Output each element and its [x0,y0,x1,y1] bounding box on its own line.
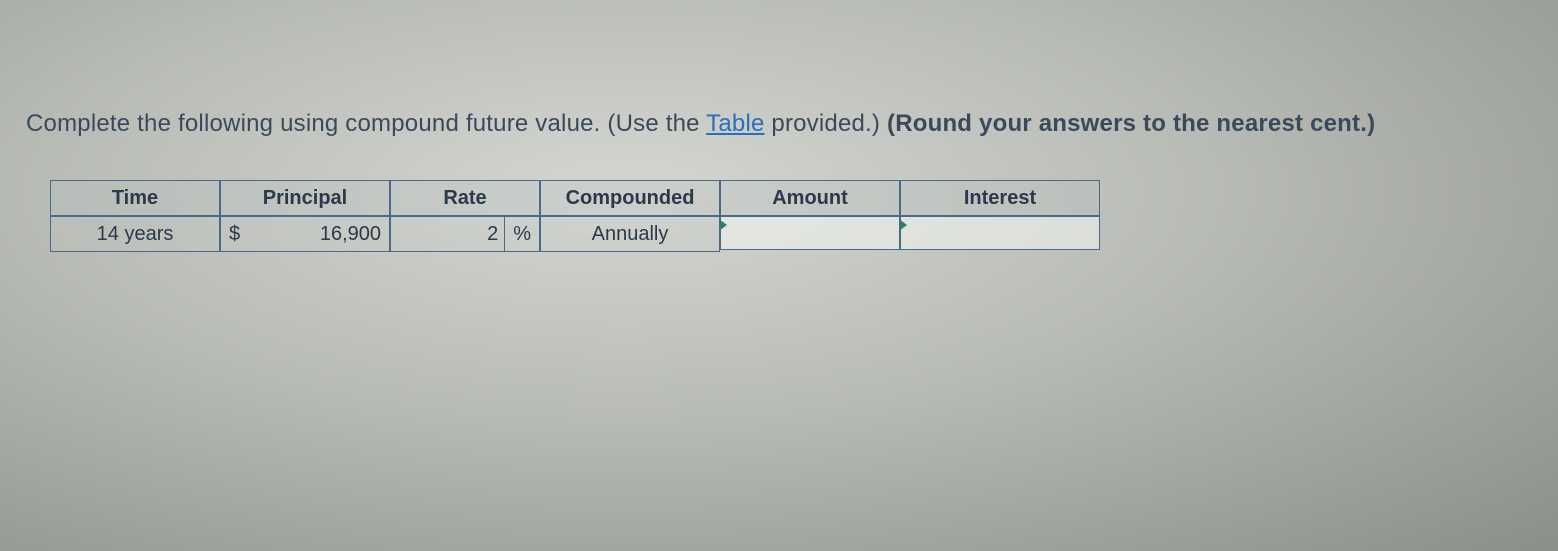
question-container: Complete the following using compound fu… [0,0,1558,252]
rate-value: 2 [487,223,504,246]
header-principal: Principal [220,180,390,216]
cell-principal: $ 16,900 [220,216,390,252]
header-amount: Amount [720,180,900,216]
col-amount: Amount [720,180,900,252]
rate-unit: % [504,217,539,251]
principal-value: 16,900 [320,223,381,246]
cell-amount [720,216,900,252]
prompt-text-mid: provided.) [765,110,887,137]
interest-input[interactable] [900,216,1100,250]
expand-icon [899,219,907,231]
amount-input[interactable] [720,216,900,250]
prompt-bold: (Round your answers to the nearest cent.… [887,110,1375,137]
col-compounded: Compounded Annually [540,180,720,252]
col-interest: Interest [900,180,1100,252]
table-link[interactable]: Table [706,110,764,137]
header-compounded: Compounded [540,180,720,216]
col-rate: Rate 2 % [390,180,540,252]
col-principal: Principal $ 16,900 [220,180,390,252]
cell-compounded: Annually [540,216,720,252]
cell-interest [900,216,1100,252]
data-table: Time 14 years Principal $ 16,900 Rate 2 … [50,180,1538,252]
question-prompt: Complete the following using compound fu… [26,110,1538,138]
cell-time: 14 years [50,216,220,252]
header-rate: Rate [390,180,540,216]
cell-rate: 2 % [390,216,540,252]
expand-icon [719,219,727,231]
header-time: Time [50,180,220,216]
header-interest: Interest [900,180,1100,216]
prompt-text-before: Complete the following using compound fu… [26,110,706,137]
principal-currency: $ [229,223,240,246]
col-time: Time 14 years [50,180,220,252]
